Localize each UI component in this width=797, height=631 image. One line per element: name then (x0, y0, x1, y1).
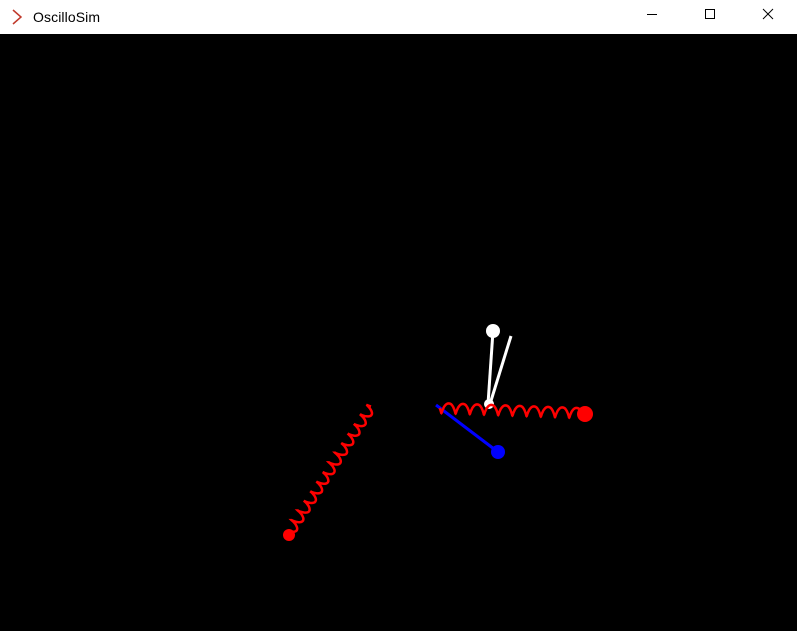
minimize-icon (646, 7, 658, 25)
title-bar[interactable]: OscilloSim (0, 0, 797, 34)
horizontal-spring-mass[interactable] (577, 406, 593, 422)
spring-coil (438, 402, 583, 420)
simulation-drawing (283, 324, 593, 541)
diagonal-spring (288, 403, 374, 534)
chevron-right-icon (9, 9, 25, 25)
window-title: OscilloSim (33, 9, 101, 25)
blue-rod (435, 403, 499, 454)
minimize-button[interactable] (623, 0, 681, 32)
simulation-canvas[interactable] (0, 34, 797, 631)
horizontal-spring (438, 402, 583, 420)
maximize-icon (704, 7, 716, 25)
window-controls (623, 0, 797, 34)
pendulum-bob[interactable] (486, 324, 500, 338)
blue-bob[interactable] (491, 445, 505, 459)
diagonal-spring-mass[interactable] (283, 529, 295, 541)
maximize-button[interactable] (681, 0, 739, 32)
app-window: OscilloSim (0, 0, 797, 631)
close-button[interactable] (739, 0, 797, 32)
spring-coil (288, 403, 374, 534)
close-icon (762, 7, 774, 25)
